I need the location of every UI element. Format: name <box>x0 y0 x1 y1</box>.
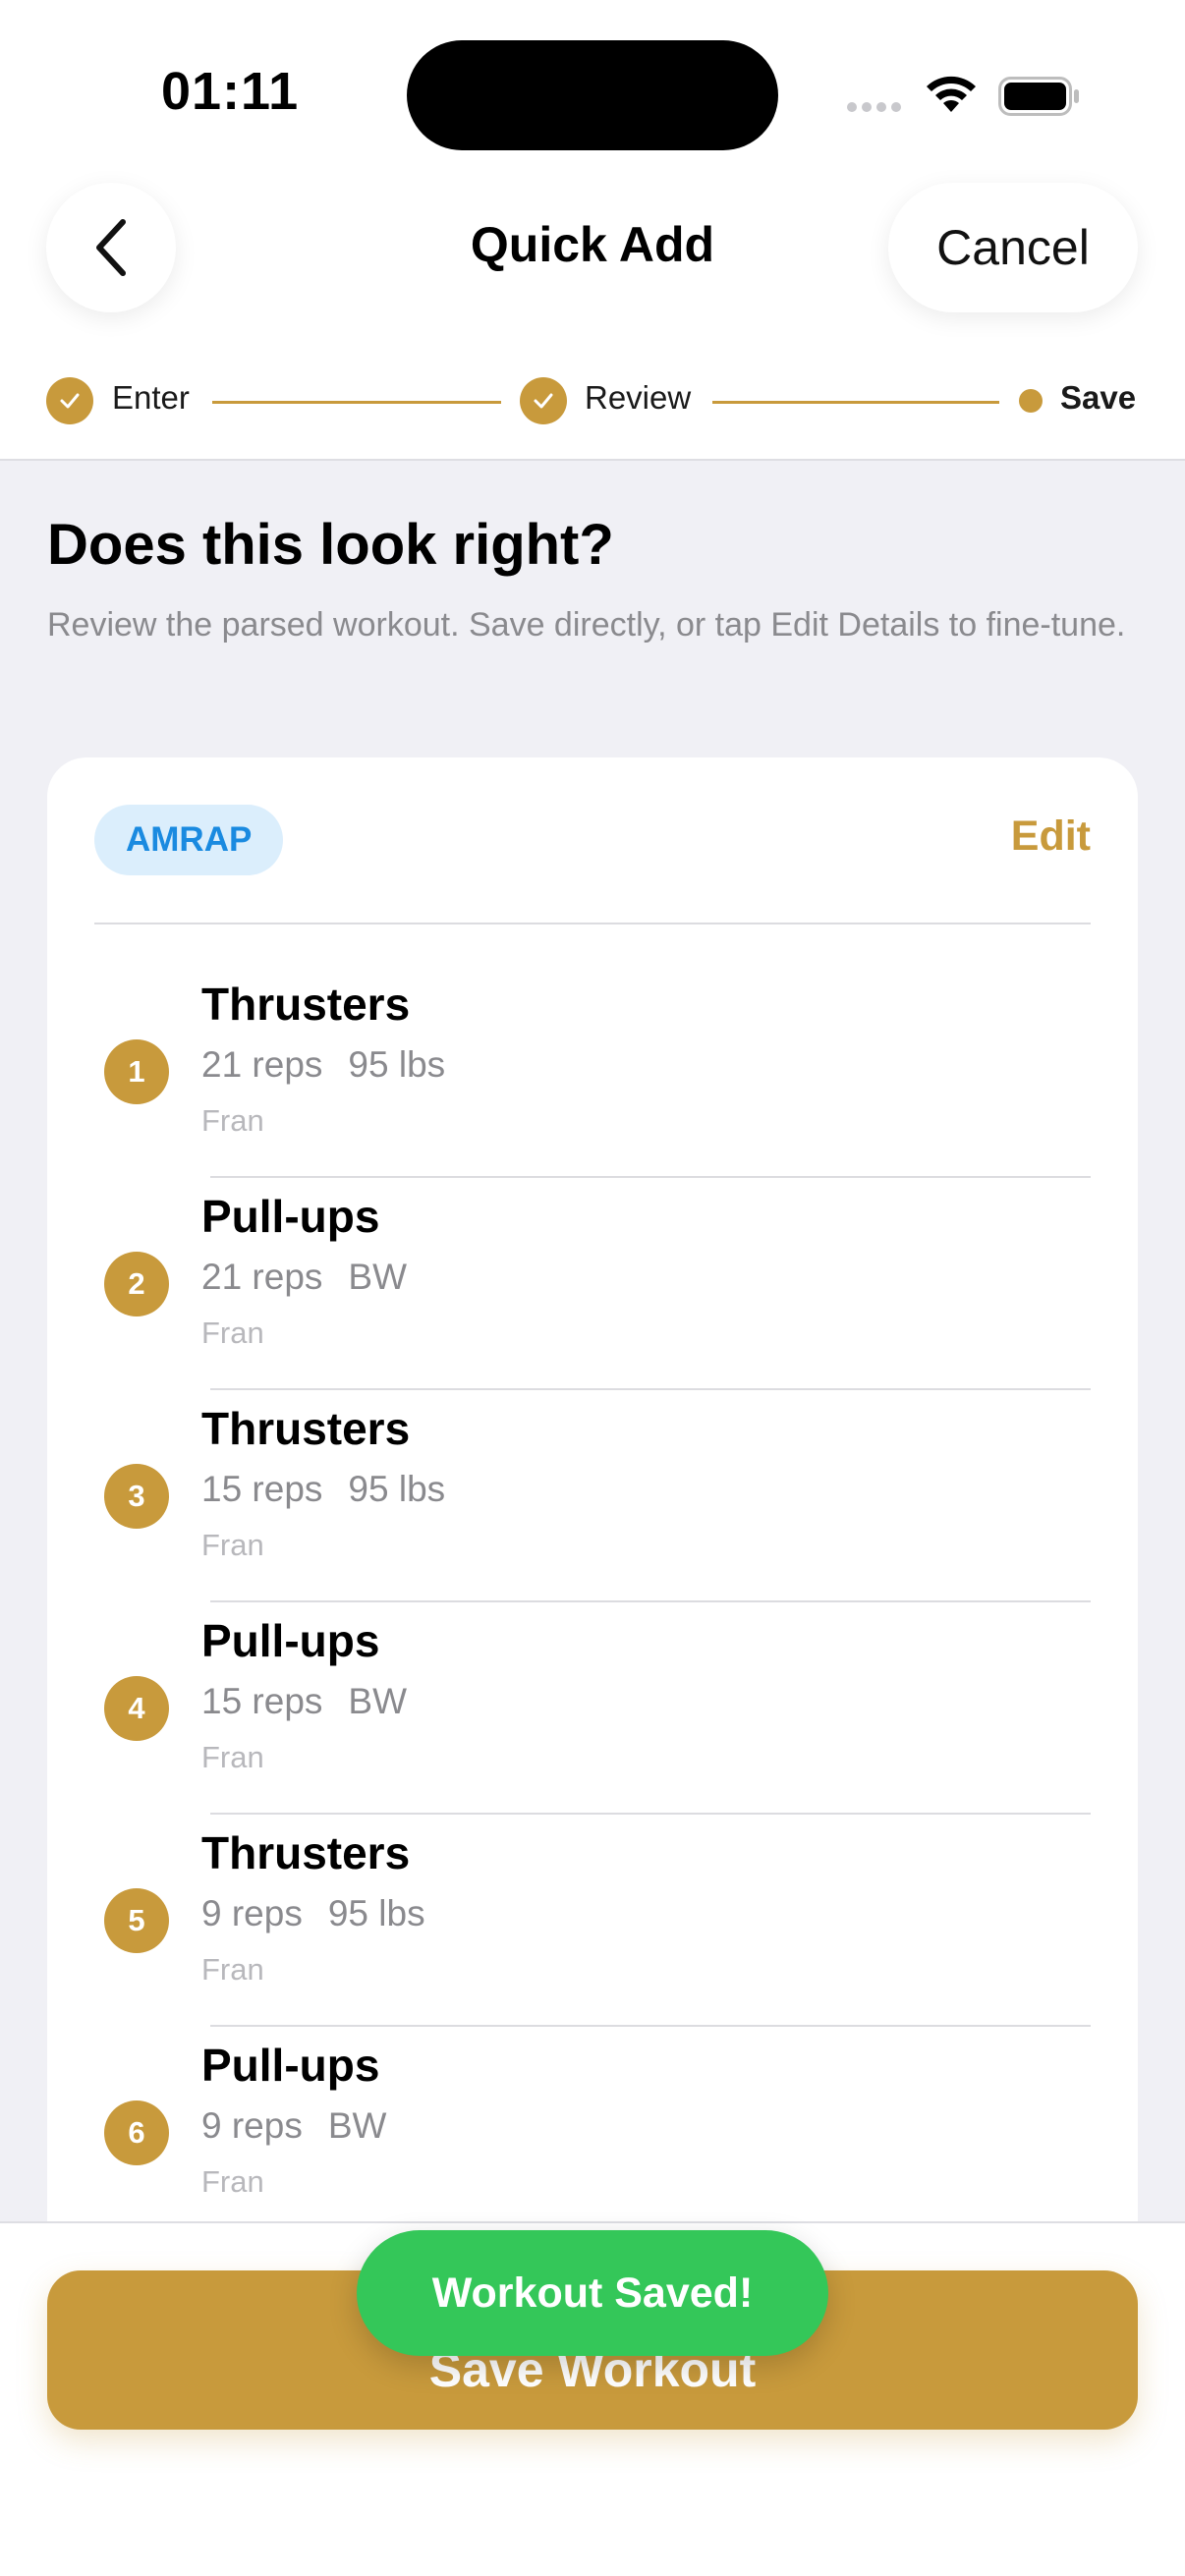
exercise-reps: 21 reps <box>201 1044 323 1085</box>
workout-type-badge: AMRAP <box>94 805 284 875</box>
exercise-row[interactable]: 3 Thrusters 15 reps 95 lbs Fran <box>47 1390 1138 1602</box>
exercise-name: Thrusters <box>201 1403 411 1454</box>
exercise-row[interactable]: 4 Pull-ups 15 reps BW Fran <box>47 1602 1138 1815</box>
exercise-number: 6 <box>104 2100 169 2165</box>
exercise-name: Pull-ups <box>201 1191 380 1242</box>
exercise-reps: 9 reps <box>201 2105 303 2146</box>
exercise-details: 21 reps BW <box>201 1257 407 1298</box>
exercise-number: 2 <box>104 1252 169 1316</box>
success-toast: Workout Saved! <box>357 2230 828 2356</box>
exercise-details: 9 reps 95 lbs <box>201 1893 425 1934</box>
exercise-number: 3 <box>104 1464 169 1529</box>
exercise-workout: Fran <box>201 1740 264 1774</box>
exercise-row[interactable]: 6 Pull-ups 9 reps BW Fran <box>47 2027 1138 2221</box>
section-heading: Does this look right? <box>47 513 614 577</box>
review-content[interactable]: Does this look right? Review the parsed … <box>0 461 1185 2221</box>
exercise-name: Thrusters <box>201 1827 411 1878</box>
exercise-load: BW <box>327 2105 387 2146</box>
dynamic-island <box>407 40 778 150</box>
section-description: Review the parsed workout. Save directly… <box>47 606 1126 644</box>
exercise-name: Thrusters <box>201 979 411 1030</box>
exercise-row[interactable]: 5 Thrusters 9 reps 95 lbs Fran <box>47 1815 1138 2027</box>
exercise-workout: Fran <box>201 1316 264 1350</box>
wifi-icon <box>927 76 976 112</box>
exercise-reps: 21 reps <box>201 1257 323 1297</box>
exercise-name: Pull-ups <box>201 1615 380 1666</box>
exercise-row[interactable]: 1 Thrusters 21 reps 95 lbs Fran <box>47 966 1138 1178</box>
status-time: 01:11 <box>161 62 300 121</box>
edit-button[interactable]: Edit <box>1011 812 1091 861</box>
battery-icon <box>998 77 1079 116</box>
exercise-row[interactable]: 2 Pull-ups 21 reps BW Fran <box>47 1178 1138 1390</box>
exercise-number: 5 <box>104 1888 169 1953</box>
status-bar: 01:11 <box>0 0 1185 177</box>
exercise-load: BW <box>348 1681 408 1721</box>
check-icon <box>520 377 567 424</box>
exercise-reps: 9 reps <box>201 1893 303 1933</box>
exercise-name: Pull-ups <box>201 2040 380 2091</box>
cellular-signal-icon <box>847 102 901 112</box>
step-label-review: Review <box>585 379 692 416</box>
exercise-load: 95 lbs <box>327 1893 425 1933</box>
exercise-workout: Fran <box>201 1952 264 1987</box>
check-icon <box>46 377 93 424</box>
step-connector <box>212 401 501 404</box>
exercise-load: BW <box>348 1257 408 1297</box>
exercise-details: 15 reps 95 lbs <box>201 1469 445 1510</box>
exercise-number: 4 <box>104 1676 169 1741</box>
exercise-load: 95 lbs <box>348 1469 446 1509</box>
cancel-button[interactable]: Cancel <box>888 183 1138 312</box>
workout-card: AMRAP Edit 1 Thrusters 21 reps 95 lbs Fra… <box>47 757 1138 2221</box>
exercise-reps: 15 reps <box>201 1681 323 1721</box>
exercise-workout: Fran <box>201 1528 264 1562</box>
exercise-workout: Fran <box>201 1103 264 1138</box>
step-label-save: Save <box>1060 379 1137 416</box>
exercise-number: 1 <box>104 1039 169 1104</box>
step-label-enter: Enter <box>112 379 190 416</box>
exercise-load: 95 lbs <box>348 1044 446 1085</box>
exercise-details: 9 reps BW <box>201 2105 386 2147</box>
exercise-details: 21 reps 95 lbs <box>201 1044 445 1086</box>
step-connector <box>712 401 999 404</box>
card-header-divider <box>94 923 1091 924</box>
exercise-workout: Fran <box>201 2164 264 2199</box>
current-step-dot <box>1019 389 1043 413</box>
nav-bar: Quick Add Cancel <box>0 177 1185 314</box>
exercise-details: 15 reps BW <box>201 1681 407 1722</box>
exercise-reps: 15 reps <box>201 1469 323 1509</box>
progress-stepper: Enter Review Save <box>0 354 1185 448</box>
